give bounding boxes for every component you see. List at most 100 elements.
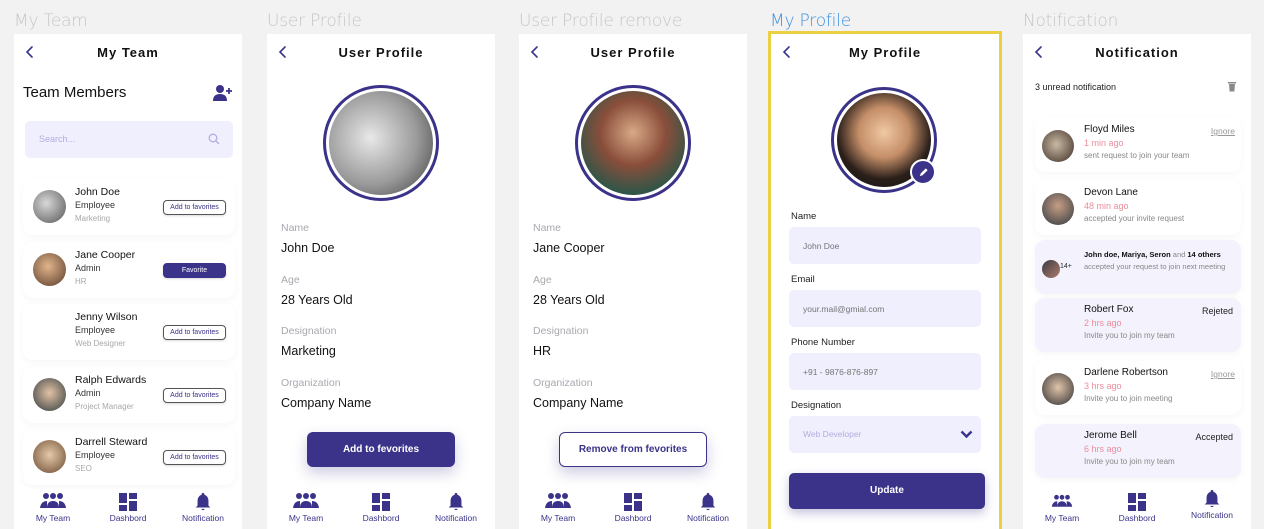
member-dept: HR: [75, 277, 87, 286]
notification-item[interactable]: Robert Fox 2 hrs ago Invite you to join …: [1035, 298, 1241, 352]
unread-count: 3 unread notification: [1035, 82, 1117, 92]
notification-name: Robert Fox: [1084, 304, 1134, 315]
team-icon: [292, 492, 320, 512]
notification-name: Floyd Miles: [1084, 124, 1135, 135]
nav-my-team[interactable]: My Team: [523, 489, 593, 529]
member-dept: Marketing: [75, 214, 111, 223]
header: My Profile: [771, 34, 999, 72]
search-icon[interactable]: [208, 133, 220, 145]
nav-my-team[interactable]: My Team: [271, 489, 341, 529]
member-name: Darrell Steward: [75, 436, 148, 448]
pencil-icon: [919, 167, 928, 176]
add-to-favorites-button[interactable]: Add to favorites: [163, 388, 226, 403]
team-icon: [544, 492, 572, 512]
member-card[interactable]: John Doe Employee Marketing Add to favor…: [23, 179, 235, 235]
ignore-link[interactable]: Ignore: [1211, 126, 1235, 136]
name-value: John Doe: [281, 241, 335, 255]
member-dept: Project Manager: [75, 402, 134, 411]
phone-input[interactable]: [789, 353, 981, 390]
update-button[interactable]: Update: [789, 473, 985, 509]
notification-name: Jerome Bell: [1084, 430, 1137, 441]
page-title: My Team: [97, 45, 159, 60]
edit-photo-button[interactable]: [910, 159, 936, 185]
notification-time: 2 hrs ago: [1084, 318, 1122, 328]
team-icon: [1051, 492, 1073, 512]
member-card[interactable]: Jane Cooper Admin HR Favorite: [23, 242, 235, 298]
member-card[interactable]: Darrell Steward Employee SEO Add to favo…: [23, 429, 235, 485]
my-profile-screen: My Profile Name Email Phone Number Desig…: [768, 31, 1002, 529]
notification-desc: Invite you to join my team: [1084, 457, 1175, 466]
dashboard-icon: [623, 492, 643, 512]
search-input[interactable]: Search...: [25, 121, 233, 158]
nav-notification[interactable]: Notification: [673, 489, 743, 529]
add-to-favorites-button[interactable]: Add to favorites: [163, 200, 226, 215]
group-text: John doe, Mariya, Seron and 14 others ac…: [1084, 249, 1239, 273]
member-card[interactable]: Jenny Wilson Employee Web Designer Add t…: [23, 304, 235, 360]
bell-icon: [446, 492, 466, 512]
member-role: Employee: [75, 200, 116, 210]
notification-item[interactable]: Jerome Bell 6 hrs ago Invite you to join…: [1035, 424, 1241, 478]
member-role: Employee: [75, 325, 116, 335]
email-label: Email: [791, 274, 815, 285]
notification-item[interactable]: Floyd Miles 1 min ago sent request to jo…: [1035, 118, 1241, 172]
group-others: 14 others: [1187, 250, 1221, 259]
ignore-link[interactable]: Ignore: [1211, 369, 1235, 379]
email-input[interactable]: [789, 290, 981, 327]
avatar: [1042, 373, 1074, 405]
age-label: Age: [533, 274, 552, 286]
member-dept: Web Designer: [75, 339, 126, 348]
notification-item[interactable]: Darlene Robertson 3 hrs ago Invite you t…: [1035, 361, 1241, 415]
organization-label: Organization: [281, 377, 341, 389]
notification-item[interactable]: Devon Lane 48 min ago accepted your invi…: [1035, 181, 1241, 235]
remove-from-favorites-button[interactable]: Remove from fevorites: [559, 432, 707, 467]
designation-value: HR: [533, 344, 552, 358]
notification-desc: sent request to join your team: [1084, 151, 1190, 160]
organization-value: Company Name: [281, 396, 372, 410]
add-to-favorites-button[interactable]: Add to favorites: [163, 325, 226, 340]
search-placeholder: Search...: [39, 134, 76, 144]
avatar: [1042, 193, 1074, 225]
nav-dashboard[interactable]: Dashbord: [93, 489, 163, 529]
member-name: Ralph Edwards: [75, 374, 147, 386]
status-badge: Accepted: [1195, 432, 1233, 442]
add-to-favorites-button[interactable]: Add to fevorites: [307, 432, 455, 467]
nav-dashboard[interactable]: Dashbord: [1102, 489, 1172, 529]
nav-notification[interactable]: Notification: [1177, 489, 1247, 529]
group-desc: accepted your request to join next meeti…: [1084, 262, 1226, 271]
nav-dashboard[interactable]: Dashbord: [598, 489, 668, 529]
add-to-favorites-button[interactable]: Add to favorites: [163, 450, 226, 465]
dashboard-icon: [118, 492, 138, 512]
favorite-button[interactable]: Favorite: [163, 263, 226, 278]
nav-my-team[interactable]: My Team: [1027, 489, 1097, 529]
header: My Team: [14, 34, 242, 72]
member-dept: SEO: [75, 464, 92, 473]
bottom-nav: My Team Dashbord Notification: [14, 489, 242, 529]
avatar: [33, 440, 66, 473]
age-value: 28 Years Old: [533, 293, 605, 307]
nav-notification[interactable]: Notification: [168, 489, 238, 529]
page-title: User Profile: [590, 45, 676, 60]
user-profile-screen: User Profile Name John Doe Age 28 Years …: [267, 34, 495, 529]
designation-label: Designation: [281, 325, 337, 337]
notification-screen: Notification 3 unread notification Floyd…: [1023, 34, 1251, 529]
notification-desc: Invite you to join my team: [1084, 331, 1175, 340]
designation-select[interactable]: Web Developer: [789, 416, 981, 453]
age-label: Age: [281, 274, 300, 286]
name-input[interactable]: [789, 227, 981, 264]
nav-notification[interactable]: Notification: [421, 489, 491, 529]
status-badge: Rejeted: [1201, 306, 1233, 316]
profile-photo: [581, 91, 685, 195]
avatar: [1042, 130, 1074, 162]
page-title: User Profile: [338, 45, 424, 60]
page-title: Notification: [1095, 45, 1179, 60]
add-user-icon[interactable]: [213, 84, 233, 102]
name-value: Jane Cooper: [533, 241, 605, 255]
notification-item-group[interactable]: 14+ John doe, Mariya, Seron and 14 other…: [1035, 240, 1241, 294]
header: Notification: [1023, 34, 1251, 72]
trash-icon[interactable]: [1227, 81, 1237, 92]
member-card[interactable]: Ralph Edwards Admin Project Manager Add …: [23, 367, 235, 423]
bottom-nav: My Team Dashbord Notification: [1023, 489, 1251, 529]
profile-avatar: [575, 85, 691, 201]
nav-dashboard[interactable]: Dashbord: [346, 489, 416, 529]
nav-my-team[interactable]: My Team: [18, 489, 88, 529]
